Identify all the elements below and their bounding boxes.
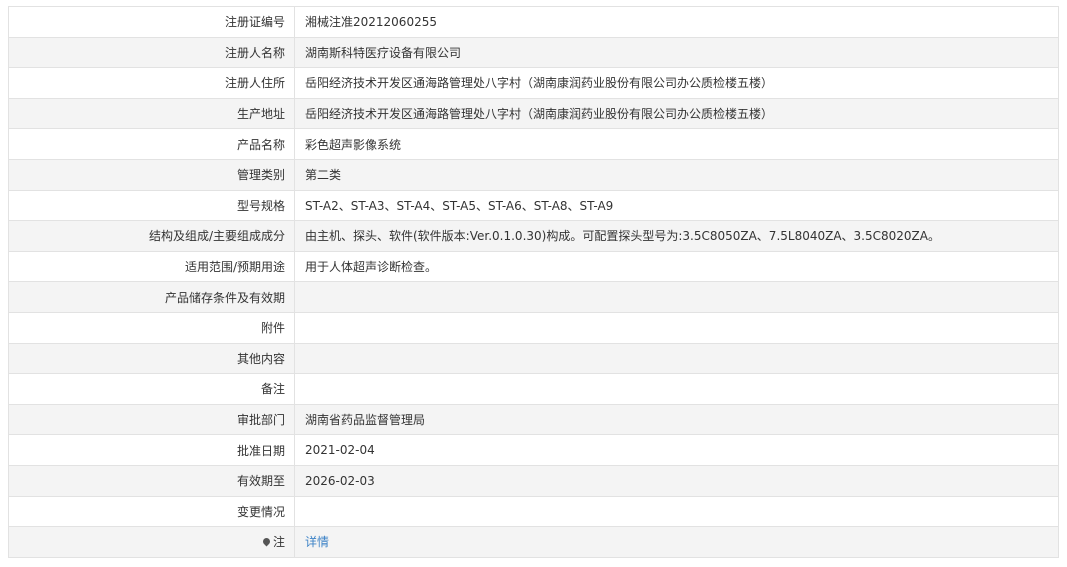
row-label: 附件	[8, 311, 295, 344]
row-label: 管理类别	[8, 158, 295, 191]
row-label: 型号规格	[8, 189, 295, 222]
details-link[interactable]: 详情	[305, 535, 329, 549]
table-row: 型号规格 ST-A2、ST-A3、ST-A4、ST-A5、ST-A6、ST-A8…	[8, 189, 1059, 222]
registration-detail-table-container: 注册证编号 湘械注准20212060255 注册人名称 湖南斯科特医疗设备有限公…	[8, 6, 1059, 558]
note-value-cell: 详情	[294, 526, 1059, 558]
table-row: 变更情况	[8, 495, 1059, 528]
table-row: 审批部门 湖南省药品监督管理局	[8, 403, 1059, 436]
note-label: 注	[272, 535, 285, 550]
row-value	[294, 342, 1059, 375]
row-value	[294, 311, 1059, 344]
row-label: 适用范围/预期用途	[8, 250, 295, 283]
table-row: 管理类别 第二类	[8, 158, 1059, 191]
row-label: 注册人名称	[8, 36, 295, 69]
table-row: 注册证编号 湘械注准20212060255	[8, 6, 1059, 38]
row-value: 岳阳经济技术开发区通海路管理处八字村（湖南康润药业股份有限公司办公质检楼五楼）	[294, 97, 1059, 130]
row-value: 湖南斯科特医疗设备有限公司	[294, 36, 1059, 69]
row-value: ST-A2、ST-A3、ST-A4、ST-A5、ST-A6、ST-A8、ST-A…	[294, 189, 1059, 222]
row-label: 注册人住所	[8, 67, 295, 99]
table-row: 产品名称 彩色超声影像系统	[8, 128, 1059, 160]
row-label: 变更情况	[8, 495, 295, 528]
row-value	[294, 281, 1059, 313]
row-value: 用于人体超声诊断检查。	[294, 250, 1059, 283]
row-label: 审批部门	[8, 403, 295, 436]
row-value: 湖南省药品监督管理局	[294, 403, 1059, 436]
note-row: 注 详情	[8, 526, 1059, 558]
table-row: 附件	[8, 311, 1059, 344]
row-label: 其他内容	[8, 342, 295, 375]
table-row: 生产地址 岳阳经济技术开发区通海路管理处八字村（湖南康润药业股份有限公司办公质检…	[8, 97, 1059, 130]
row-label: 产品名称	[8, 128, 295, 160]
table-row: 结构及组成/主要组成成分 由主机、探头、软件(软件版本:Ver.0.1.0.30…	[8, 220, 1059, 252]
row-value: 由主机、探头、软件(软件版本:Ver.0.1.0.30)构成。可配置探头型号为:…	[294, 220, 1059, 252]
row-label: 结构及组成/主要组成成分	[8, 220, 295, 252]
table-row: 批准日期 2021-02-04	[8, 434, 1059, 466]
row-value	[294, 373, 1059, 405]
row-value	[294, 495, 1059, 528]
table-row: 适用范围/预期用途 用于人体超声诊断检查。	[8, 250, 1059, 283]
row-label: 生产地址	[8, 97, 295, 130]
row-label: 备注	[8, 373, 295, 405]
row-value: 岳阳经济技术开发区通海路管理处八字村（湖南康润药业股份有限公司办公质检楼五楼）	[294, 67, 1059, 99]
table-row: 备注	[8, 373, 1059, 405]
row-value: 第二类	[294, 158, 1059, 191]
map-pin-icon	[261, 536, 272, 547]
table-row: 有效期至 2026-02-03	[8, 464, 1059, 497]
table-row: 注册人住所 岳阳经济技术开发区通海路管理处八字村（湖南康润药业股份有限公司办公质…	[8, 67, 1059, 99]
row-value: 2026-02-03	[294, 464, 1059, 497]
table-row: 注册人名称 湖南斯科特医疗设备有限公司	[8, 36, 1059, 69]
row-label: 有效期至	[8, 464, 295, 497]
note-label-cell: 注	[8, 526, 295, 558]
row-value: 湘械注准20212060255	[294, 6, 1059, 38]
table-row: 其他内容	[8, 342, 1059, 375]
row-label: 批准日期	[8, 434, 295, 466]
row-label: 产品储存条件及有效期	[8, 281, 295, 313]
row-value: 彩色超声影像系统	[294, 128, 1059, 160]
table-row: 产品储存条件及有效期	[8, 281, 1059, 313]
row-label: 注册证编号	[8, 6, 295, 38]
row-value: 2021-02-04	[294, 434, 1059, 466]
registration-detail-table: 注册证编号 湘械注准20212060255 注册人名称 湖南斯科特医疗设备有限公…	[8, 6, 1059, 558]
